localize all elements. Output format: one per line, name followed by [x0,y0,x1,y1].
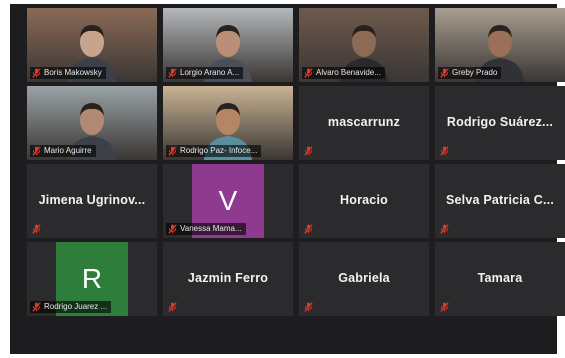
participant-tile[interactable]: Jazmin Ferro [163,242,293,316]
participant-name: Jimena Ugrinov... [38,193,146,207]
muted-mic-icon [440,146,449,156]
participant-name-text: Greby Prado [452,68,498,77]
participant-name-label: Lorgio Arano A... [166,67,244,79]
participant-name: Gabriela [338,271,390,285]
muted-mic-icon [440,302,449,312]
participant-name-label: Rodrigo Juarez ... [30,301,112,313]
participant-name-text: Mario Aguirre [44,146,92,155]
participant-tile[interactable]: mascarrunz [299,86,429,160]
participant-tile[interactable]: Tamara [435,242,565,316]
participant-name-label: Boris Makowsky [30,67,106,79]
participant-name-text: Rodrigo Paz- Infoce... [180,146,258,155]
participant-name: Tamara [477,271,523,285]
participant-name-text: Rodrigo Juarez ... [44,302,108,311]
participant-tile[interactable]: Lorgio Arano A... [163,8,293,82]
participant-tile[interactable]: Mario Aguirre [27,86,157,160]
participant-grid: Boris Makowsky Lorgio Arano A... Alvaro Be… [27,8,565,316]
participant-name-text: Boris Makowsky [44,68,102,77]
participant-tile[interactable]: Rodrigo Suárez... [435,86,565,160]
participant-tile[interactable]: Rodrigo Paz- Infoce... [163,86,293,160]
participant-tile[interactable]: Greby Prado [435,8,565,82]
participant-tile[interactable]: R Rodrigo Juarez ... [27,242,157,316]
muted-mic-icon [168,146,177,156]
muted-mic-icon [304,146,313,156]
muted-mic-icon [32,68,41,78]
participant-name-text: Vanessa Mama... [180,224,242,233]
muted-mic-icon [32,224,41,234]
muted-mic-icon [304,302,313,312]
participant-tile[interactable]: Alvaro Benavide... [299,8,429,82]
participant-name: Selva Patricia C... [445,193,555,207]
muted-mic-icon [32,302,41,312]
participant-tile[interactable]: V Vanessa Mama... [163,164,293,238]
participant-tile[interactable]: Horacio [299,164,429,238]
muted-mic-icon [168,68,177,78]
muted-mic-icon [168,224,177,234]
participant-tile[interactable]: Boris Makowsky [27,8,157,82]
participant-name-text: Alvaro Benavide... [316,68,381,77]
participant-tile[interactable]: Jimena Ugrinov... [27,164,157,238]
participant-tile[interactable]: Selva Patricia C... [435,164,565,238]
muted-mic-icon [32,146,41,156]
participant-name: Jazmin Ferro [187,271,269,285]
participant-name-label: Greby Prado [438,67,502,79]
meeting-window: Boris Makowsky Lorgio Arano A... Alvaro Be… [10,4,565,354]
muted-mic-icon [440,68,449,78]
muted-mic-icon [304,68,313,78]
participant-name-label: Rodrigo Paz- Infoce... [166,145,262,157]
participant-name: Rodrigo Suárez... [446,115,554,129]
participant-name: mascarrunz [327,115,401,129]
muted-mic-icon [440,224,449,234]
participant-tile[interactable]: Gabriela [299,242,429,316]
participant-name-label: Vanessa Mama... [166,223,246,235]
participant-name-label: Mario Aguirre [30,145,96,157]
participant-name-label: Alvaro Benavide... [302,67,385,79]
participant-name: Horacio [340,193,388,207]
muted-mic-icon [168,302,177,312]
muted-mic-icon [304,224,313,234]
participant-name-text: Lorgio Arano A... [180,68,240,77]
